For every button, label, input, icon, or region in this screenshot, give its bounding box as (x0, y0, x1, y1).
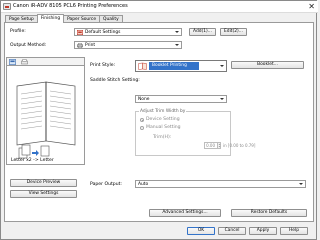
output-method-value: Print (85, 43, 96, 48)
trim-label: Trim(H): (153, 135, 172, 140)
profile-icon (77, 30, 83, 35)
printer-icon (3, 3, 11, 10)
device-preview-button[interactable]: Device Preview (10, 179, 77, 187)
chevron-down-icon (299, 183, 303, 185)
chevron-down-icon (175, 31, 179, 33)
chevron-down-icon (175, 44, 179, 46)
manual-setting-label: Manual Setting (146, 125, 181, 130)
chevron-down-icon (220, 65, 224, 67)
edit-profile-button[interactable]: Edit(2)... (220, 28, 247, 36)
profile-label: Profile: (10, 29, 26, 34)
advanced-settings-button[interactable]: Advanced Settings... (149, 209, 221, 217)
booklet-button[interactable]: Booklet... (231, 61, 304, 69)
add-profile-button[interactable]: Add(1)... (189, 28, 216, 36)
adjust-trim-legend: Adjust Trim Width by (139, 109, 187, 114)
restore-defaults-button[interactable]: Restore Defaults (231, 209, 307, 217)
paper-output-label: Paper Output: (90, 182, 122, 187)
output-method-select[interactable]: Print (74, 41, 182, 49)
help-button[interactable]: Help (280, 227, 308, 235)
saddle-stitch-label: Saddle Stitch Setting: (90, 78, 140, 83)
trim-spinner[interactable] (217, 142, 221, 149)
print-style-value: Booklet Printing (149, 62, 199, 70)
view-settings-button[interactable]: View Settings (10, 190, 77, 198)
device-setting-label: Device Setting (146, 117, 180, 122)
printing-preferences-window: Canon iR-ADV 8105 PCL6 Printing Preferen… (0, 0, 318, 240)
chevron-down-icon (220, 98, 224, 100)
saddle-stitch-value: None (138, 97, 150, 102)
window-title: Canon iR-ADV 8105 PCL6 Printing Preferen… (13, 3, 128, 9)
trim-input[interactable]: 0.00 (204, 142, 218, 149)
print-style-label: Print Style: (90, 63, 116, 68)
print-icon (77, 43, 83, 48)
paper-output-select[interactable]: Auto (135, 180, 306, 188)
output-method-label: Output Method: (10, 43, 47, 48)
saddle-stitch-select[interactable]: None (135, 95, 227, 103)
profile-select[interactable]: Default Settings (74, 28, 182, 36)
preview-caption: Letter x2 -> Letter (11, 158, 54, 163)
tab-finishing[interactable]: Finishing (36, 14, 65, 23)
device-setting-radio[interactable] (140, 118, 144, 122)
spin-arrows-icon (218, 143, 221, 148)
paper-output-value: Auto (138, 182, 149, 187)
close-icon[interactable]: ✕ (308, 2, 315, 11)
booklet-preview-illustration (16, 81, 76, 159)
manual-setting-radio[interactable] (140, 126, 144, 130)
profile-value: Default Settings (85, 30, 121, 35)
print-style-select[interactable]: Booklet Printing (135, 60, 227, 72)
ok-button[interactable]: OK (187, 227, 215, 235)
apply-button[interactable]: Apply (249, 227, 277, 235)
trim-range: in [0.00 to 0.79] (223, 143, 256, 148)
preview-panel (6, 65, 85, 165)
cancel-button[interactable]: Cancel (218, 227, 246, 235)
booklet-icon (138, 62, 147, 70)
title-bar: Canon iR-ADV 8105 PCL6 Printing Preferen… (1, 1, 318, 13)
